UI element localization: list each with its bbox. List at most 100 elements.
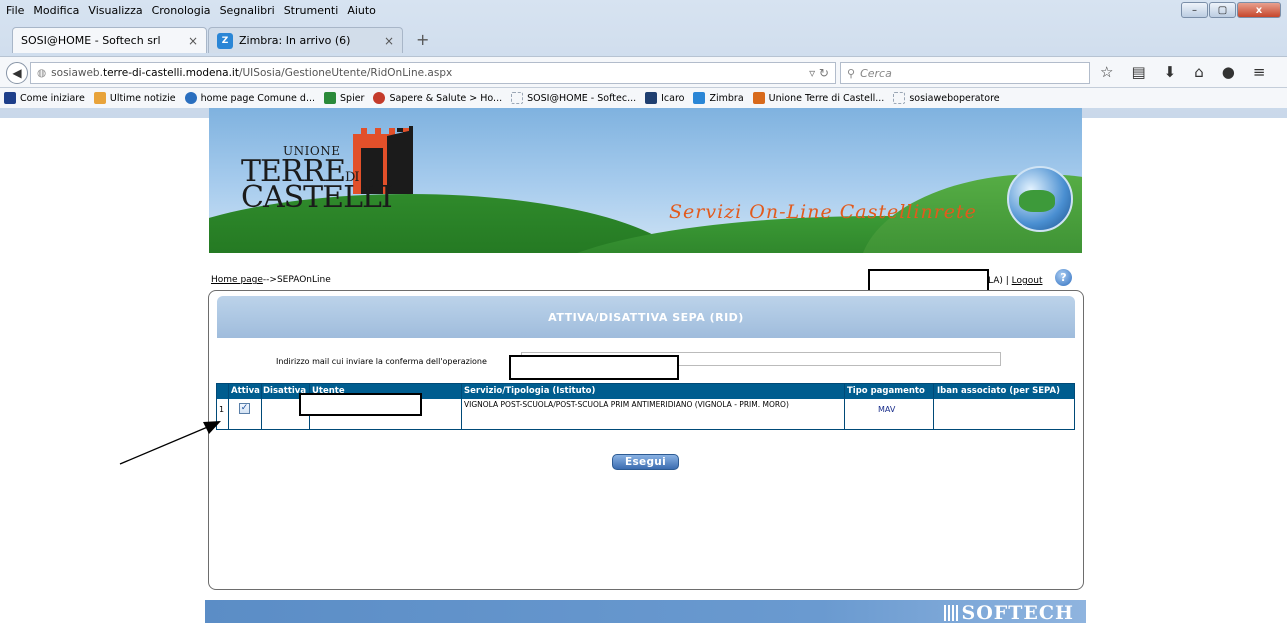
url-bar[interactable]: ◍ sosiaweb. terre-di-castelli.modena.it/U…	[30, 62, 836, 84]
menu-segnalibri[interactable]: Segnalibri	[220, 4, 275, 17]
search-input[interactable]: ⚲ Cerca	[840, 62, 1090, 84]
tab-zimbra[interactable]: Z Zimbra: In arrivo (6) ×	[208, 27, 403, 53]
chat-icon[interactable]: ●	[1222, 63, 1235, 81]
close-window-button[interactable]: x	[1237, 2, 1281, 18]
download-icon[interactable]: ⬇	[1164, 63, 1177, 81]
bookmark-sosi-home[interactable]: SOSI@HOME - Softec...	[511, 92, 636, 104]
globe-icon	[1007, 166, 1073, 232]
bookmark-label: home page Comune d...	[200, 92, 316, 104]
tab-title: Zimbra: In arrivo (6)	[239, 34, 351, 47]
user-suffix: LA) |	[988, 276, 1009, 286]
bookmark-label: Sapere & Salute > Ho...	[389, 92, 503, 104]
icaro-icon	[645, 92, 658, 104]
bookmark-unione[interactable]: Unione Terre di Castell...	[752, 92, 885, 104]
payment-type: MAV	[878, 405, 896, 414]
redacted-user-cell	[299, 393, 422, 416]
reader-list-icon[interactable]: ▤	[1131, 63, 1145, 81]
page-icon	[511, 92, 524, 104]
page-footer: SOFTECH	[205, 600, 1086, 624]
column-header-servizio: Servizio/Tipologia (Istituto)	[464, 386, 596, 396]
column-divider	[228, 384, 229, 429]
bookmark-sapere-salute[interactable]: Sapere & Salute > Ho...	[373, 92, 502, 104]
browser-chrome: File Modifica Visualizza Cronologia Segn…	[0, 0, 1287, 118]
reload-icon[interactable]: ▿ ↻	[809, 66, 829, 80]
home-page-link[interactable]: Home page	[211, 275, 263, 285]
redacted-email-box	[509, 355, 679, 380]
breadcrumb-current: -->SEPAOnLine	[262, 275, 331, 285]
softech-logo: SOFTECH	[943, 602, 1074, 624]
bookmarks-toolbar: Come iniziare Ultime notizie home page C…	[0, 88, 1287, 108]
tab-strip: SOSI@HOME - Softech srl × Z Zimbra: In a…	[0, 23, 1287, 53]
email-field-label: Indirizzo mail cui inviare la conferma d…	[276, 357, 487, 366]
bookmark-sosiaweboperatore[interactable]: sosiaweboperatore	[893, 92, 1000, 104]
unione-icon	[752, 92, 765, 104]
column-header-tipo-pagamento: Tipo pagamento	[847, 386, 925, 396]
tab-sosi-home[interactable]: SOSI@HOME - Softech srl ×	[12, 27, 207, 53]
sepa-panel: ATTIVA/DISATTIVA SEPA (RID) Indirizzo ma…	[208, 290, 1084, 590]
annotation-arrow	[119, 421, 221, 465]
bookmark-label: Spier	[340, 92, 365, 104]
back-button[interactable]: ◀	[6, 62, 28, 84]
bookmark-label: Zimbra	[709, 92, 744, 104]
close-tab-icon[interactable]: ×	[188, 34, 198, 48]
logout-link[interactable]: Logout	[1012, 276, 1043, 286]
esegui-button[interactable]: Esegui	[612, 454, 679, 470]
menu-visualizza[interactable]: Visualizza	[88, 4, 142, 17]
menu-aiuto[interactable]: Aiuto	[347, 4, 376, 17]
panel-header: ATTIVA/DISATTIVA SEPA (RID)	[217, 296, 1075, 338]
menu-strumenti[interactable]: Strumenti	[284, 4, 339, 17]
bookmark-label: sosiaweboperatore	[909, 92, 1000, 104]
column-divider	[261, 384, 262, 429]
new-tab-button[interactable]: +	[416, 30, 429, 49]
row-number: 1	[219, 405, 225, 414]
home-icon[interactable]: ⌂	[1194, 63, 1204, 81]
bookmark-come-iniziare[interactable]: Come iniziare	[4, 92, 85, 104]
bookmark-star-icon[interactable]: ☆	[1100, 63, 1113, 81]
bookmark-label: Unione Terre di Castell...	[768, 92, 885, 104]
bookmark-label: Icaro	[661, 92, 685, 104]
bookmark-home-page-comune[interactable]: home page Comune d...	[184, 92, 316, 104]
menu-modifica[interactable]: Modifica	[33, 4, 79, 17]
heart-icon	[373, 92, 386, 104]
bookmark-spier[interactable]: Spier	[324, 92, 364, 104]
bookmark-zimbra[interactable]: Zimbra	[693, 92, 744, 104]
bookmark-ultime-notizie[interactable]: Ultime notizie	[93, 92, 176, 104]
close-tab-icon[interactable]: ×	[384, 34, 394, 48]
firefox-icon	[4, 92, 16, 104]
help-icon[interactable]: ?	[1055, 269, 1072, 286]
banner-tagline: Servizi On-Line Castellinrete	[669, 201, 977, 223]
column-divider	[461, 384, 462, 429]
column-divider	[933, 384, 934, 429]
menu-cronologia[interactable]: Cronologia	[152, 4, 211, 17]
zimbra-icon: Z	[217, 32, 233, 49]
panel-title: ATTIVA/DISATTIVA SEPA (RID)	[548, 310, 744, 324]
search-icon: ⚲	[847, 66, 856, 80]
tab-title: SOSI@HOME - Softech srl	[21, 34, 161, 47]
window-controls: – ▢ x	[1181, 2, 1281, 18]
spier-icon	[324, 92, 337, 104]
column-header-attiva: Attiva	[231, 386, 260, 396]
minimize-button[interactable]: –	[1181, 2, 1208, 18]
bookmark-label: Ultime notizie	[109, 92, 176, 104]
zimbra-icon	[693, 92, 706, 104]
menu-file[interactable]: File	[6, 4, 24, 17]
bookmark-label: Come iniziare	[20, 92, 85, 104]
services-table: Attiva Disattiva Utente Servizio/Tipolog…	[216, 383, 1075, 430]
navigation-bar: ◀ ◍ sosiaweb. terre-di-castelli.modena.it…	[0, 56, 1287, 88]
column-header-iban: Iban associato (per SEPA)	[937, 386, 1060, 396]
softech-brand: SOFTECH	[961, 602, 1074, 624]
url-domain: terre-di-castelli.modena.it	[102, 67, 239, 79]
globe-icon: ◍	[37, 67, 47, 79]
bookmark-label: SOSI@HOME - Softec...	[527, 92, 637, 104]
url-prefix: sosiaweb.	[51, 67, 103, 79]
column-divider	[844, 384, 845, 429]
bookmark-icaro[interactable]: Icaro	[645, 92, 684, 104]
maximize-button[interactable]: ▢	[1209, 2, 1236, 18]
search-placeholder: Cerca	[860, 66, 892, 80]
page-icon	[893, 92, 906, 104]
site-banner: UNIONE TERREDI CASTELLI Servizi On-Line …	[209, 108, 1082, 253]
attiva-checkbox[interactable]: ✓	[239, 403, 250, 414]
menu-hamburger-icon[interactable]: ≡	[1253, 63, 1266, 81]
toolbar-icons: ☆ ▤ ⬇ ⌂ ● ≡	[1100, 63, 1265, 81]
rss-icon	[93, 92, 106, 104]
